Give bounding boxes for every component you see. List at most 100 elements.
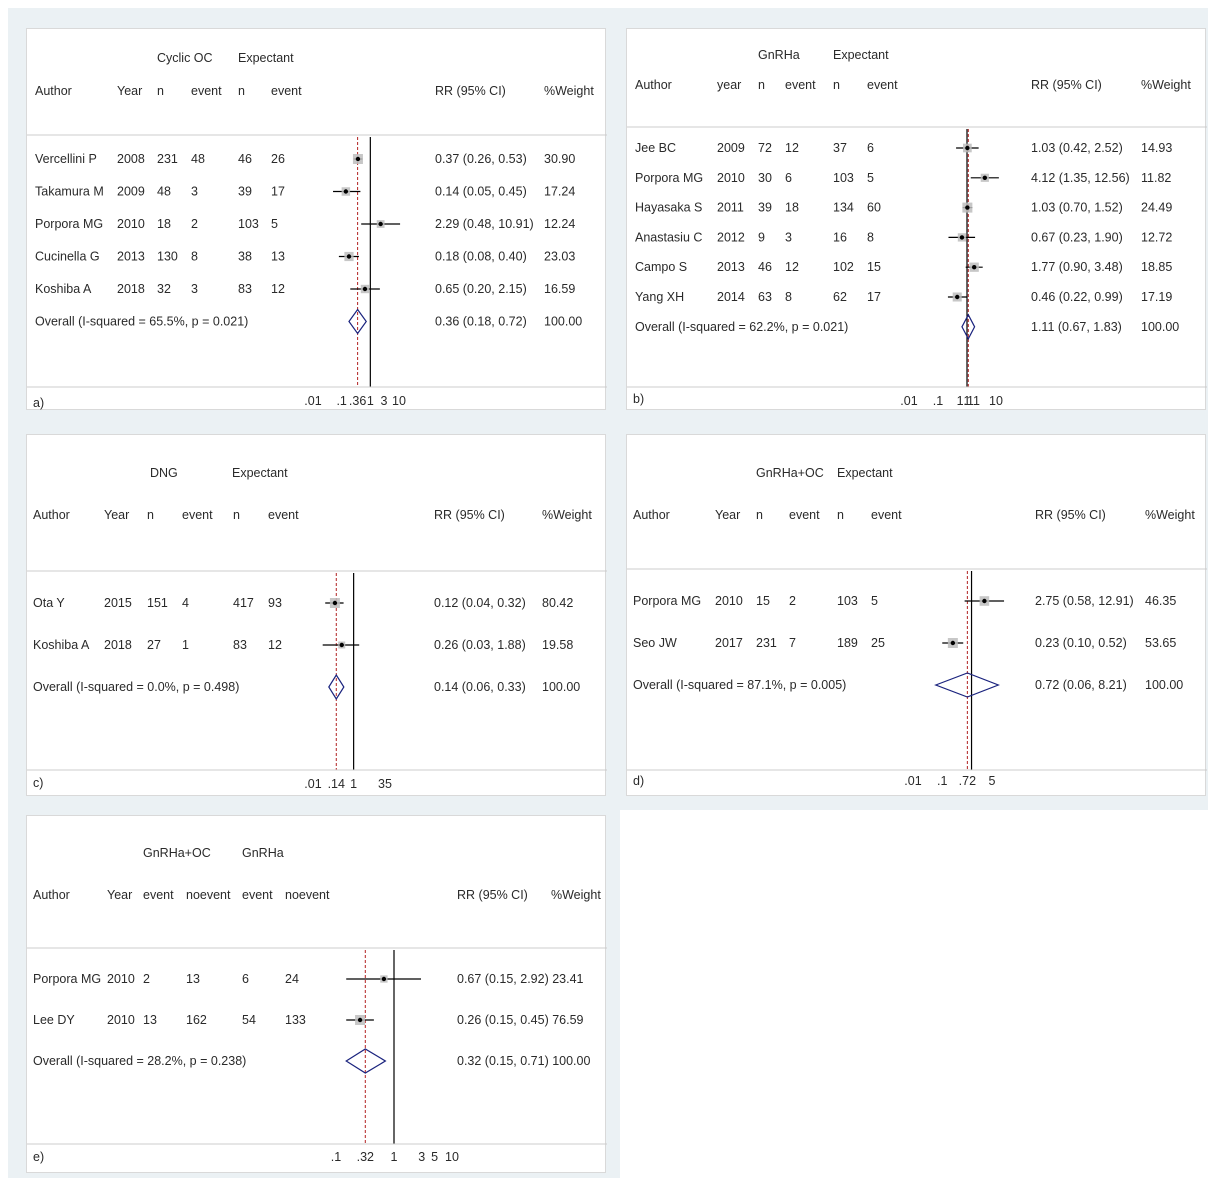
group-label: GnRHa+OC	[756, 466, 824, 480]
study-point-estimate	[982, 175, 988, 180]
study-weight: 53.65	[1145, 636, 1176, 650]
study-cell: 12	[268, 638, 282, 652]
study-cell: 2008	[117, 152, 145, 166]
overall-rr-ci: 0.14 (0.06, 0.33)	[434, 680, 526, 694]
column-header: event	[182, 508, 213, 522]
study-cell: 72	[758, 141, 772, 155]
overall-weight: 100.00	[544, 315, 582, 329]
study-cell: 8	[191, 250, 198, 264]
study-rr-ci: 1.03 (0.70, 1.52)	[1031, 201, 1123, 215]
column-header: event	[191, 84, 222, 98]
study-cell: Porpora MG	[633, 594, 701, 608]
column-header: %Weight	[1141, 78, 1191, 92]
study-rr-ci: 0.46 (0.22, 0.99)	[1031, 290, 1123, 304]
study-cell: 12	[785, 260, 799, 274]
study-cell: Anastasiu C	[635, 230, 702, 244]
study-point-estimate	[959, 235, 965, 240]
column-header: Author	[35, 84, 72, 98]
panel-label: e)	[33, 1150, 44, 1164]
study-cell: 9	[758, 230, 765, 244]
study-cell: 103	[238, 217, 259, 231]
study-cell: 30	[758, 171, 772, 185]
overall-label: Overall (I-squared = 87.1%, p = 0.005)	[633, 678, 846, 692]
column-header: RR (95% CI)	[435, 84, 506, 98]
column-header: noevent	[186, 888, 231, 902]
column-header: Year	[104, 508, 129, 522]
x-tick-label: 10	[445, 1150, 459, 1164]
group-label: GnRHa+OC	[143, 846, 211, 860]
study-point-estimate	[965, 205, 970, 210]
group-label: GnRHa	[758, 48, 800, 62]
column-header: RR (95% CI)	[434, 508, 505, 522]
overall-weight: 100.00	[1145, 678, 1183, 692]
column-header: event	[271, 84, 302, 98]
column-header: RR (95% CI)	[457, 888, 528, 902]
study-point-estimate	[971, 265, 977, 270]
forest-plot-d: GnRHa+OC Expectant Author Year n event n event R…	[626, 434, 1207, 796]
study-cell: 83	[233, 638, 247, 652]
overall-weight: 100.00	[542, 680, 580, 694]
study-weight: 12.72	[1141, 230, 1172, 244]
overall-label: Overall (I-squared = 62.2%, p = 0.021)	[635, 320, 848, 334]
study-cell: 417	[233, 596, 254, 610]
study-cell: 18	[157, 217, 171, 231]
study-cell: 17	[271, 185, 285, 199]
study-point-estimate	[355, 156, 361, 162]
study-cell: 2	[143, 972, 150, 986]
column-header: n	[837, 508, 844, 522]
study-cell: Hayasaka S	[635, 201, 702, 215]
study-cell: Cucinella G	[35, 250, 100, 264]
study-weight: 14.93	[1141, 141, 1172, 155]
study-cell: 133	[285, 1013, 306, 1027]
study-cell: 48	[157, 185, 171, 199]
column-header: n	[157, 84, 164, 98]
x-tick-label: .01	[304, 777, 321, 791]
study-cell: 2010	[107, 1013, 135, 1027]
x-tick-label: .1	[336, 394, 346, 408]
study-weight: 17.19	[1141, 290, 1172, 304]
study-weight: 24.49	[1141, 201, 1172, 215]
study-weight: 30.90	[544, 152, 575, 166]
column-header: n	[147, 508, 154, 522]
x-tick-label: 3	[418, 1150, 425, 1164]
study-cell: 231	[157, 152, 178, 166]
study-cell: Porpora MG	[635, 171, 703, 185]
study-cell: 162	[186, 1013, 207, 1027]
study-weight: 12.24	[544, 217, 575, 231]
x-tick-label: 1.11	[957, 394, 980, 408]
study-rr-ci: 4.12 (1.35, 12.56)	[1031, 171, 1130, 185]
x-tick-label: .1	[937, 774, 947, 788]
column-header: Author	[33, 888, 70, 902]
study-cell: 46	[758, 260, 772, 274]
x-tick-label: .32	[357, 1150, 374, 1164]
study-cell: 16	[833, 230, 847, 244]
study-cell: 2012	[717, 230, 745, 244]
study-rr-ci: 0.67 (0.23, 1.90)	[1031, 230, 1123, 244]
x-tick-label: .36	[349, 394, 366, 408]
group-label: Expectant	[232, 466, 288, 480]
study-cell: 15	[756, 594, 770, 608]
study-cell: Vercellini P	[35, 152, 97, 166]
column-header: n	[756, 508, 763, 522]
study-cell: 6	[242, 972, 249, 986]
overall-weight: 100.00	[1141, 320, 1179, 334]
study-point-estimate	[339, 642, 344, 648]
study-cell: 24	[285, 972, 299, 986]
forest-plot-e: GnRHa+OC GnRHa Author Year event noevent event…	[26, 815, 607, 1173]
study-cell: 39	[758, 201, 772, 215]
x-tick-label: .1	[331, 1150, 341, 1164]
column-header: %Weight	[542, 508, 592, 522]
study-cell: 189	[837, 636, 858, 650]
study-cell: Yang XH	[635, 290, 684, 304]
study-weight: 19.58	[542, 638, 573, 652]
study-rr-ci: 2.29 (0.48, 10.91)	[435, 217, 534, 231]
forest-plot-a: Cyclic OC Expectant Author Year n event n event…	[26, 28, 607, 410]
study-weight: 16.59	[544, 282, 575, 296]
group-label: Expectant	[238, 51, 294, 65]
column-header: event	[785, 78, 816, 92]
study-cell: 6	[867, 141, 874, 155]
study-cell: 2	[191, 217, 198, 231]
study-cell: Lee DY	[33, 1013, 75, 1027]
column-header: %Weight	[544, 84, 594, 98]
study-cell: Campo S	[635, 260, 687, 274]
